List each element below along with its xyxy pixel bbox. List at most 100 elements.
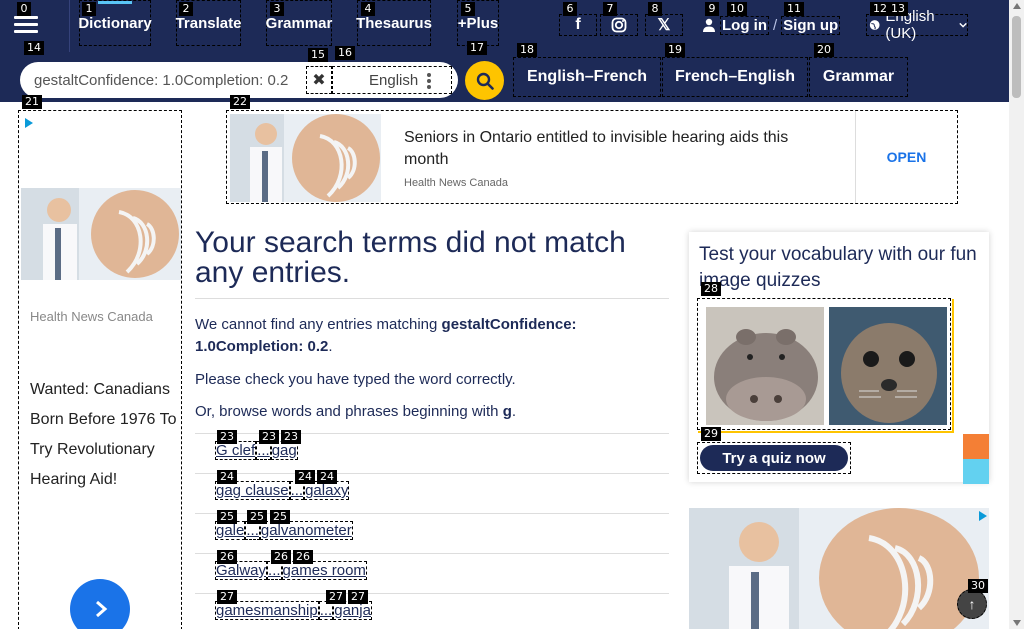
list-item: gag clause... galaxy [195, 473, 669, 513]
element-badge: 28 [701, 282, 721, 296]
list-item: gamesmanship... ganja [195, 593, 669, 629]
element-badge: 27 [326, 590, 346, 604]
grammar-link[interactable]: Grammar [809, 57, 908, 97]
sentence-period: . [328, 338, 333, 355]
ad-open-button[interactable]: OPEN [855, 111, 957, 203]
browse-message: Or, browse words and phrases beginning w… [195, 401, 669, 423]
search-button[interactable] [465, 61, 504, 100]
page-title: Your search terms did not match any entr… [195, 228, 669, 299]
element-badge: 26 [271, 550, 291, 564]
list-item: Galway... games room [195, 553, 669, 593]
divider [69, 0, 70, 52]
feedback-tab[interactable] [963, 434, 989, 459]
page-scrollbar[interactable] [1009, 0, 1024, 629]
element-badge: 7 [603, 2, 617, 16]
ad-image [689, 508, 989, 629]
element-badge: 6 [563, 2, 577, 16]
globe-icon [869, 20, 880, 30]
element-badge: 29 [701, 427, 721, 441]
scroll-down-icon[interactable] [1013, 620, 1021, 626]
check-spelling-message: Please check you have typed the word cor… [195, 371, 516, 388]
ad-source: Health News Canada [404, 177, 508, 189]
search-box: ✖ English [20, 62, 458, 98]
element-badge: 25 [247, 510, 267, 524]
search-results: Your search terms did not match any entr… [195, 228, 669, 629]
scrollbar-thumb[interactable] [1012, 16, 1021, 98]
element-badge: 11 [784, 2, 804, 16]
browse-letter: g [502, 403, 512, 420]
element-badge: 5 [461, 2, 475, 16]
element-badge: 27 [217, 590, 237, 604]
element-badge: 4 [361, 2, 375, 16]
clear-icon[interactable]: ✖ [306, 66, 332, 94]
chevron-right-icon [96, 600, 108, 618]
element-badge: 25 [217, 510, 237, 524]
seal-image [829, 307, 947, 425]
facebook-icon[interactable]: f [559, 14, 597, 36]
signup-link[interactable]: Sign up [781, 15, 841, 35]
hippo-image [706, 307, 824, 425]
try-quiz-button[interactable]: Try a quiz now [697, 442, 851, 474]
element-badge: 12 [870, 2, 890, 16]
dictionary-select-label: English [369, 71, 419, 89]
element-badge: 25 [270, 510, 290, 524]
element-badge: 2 [179, 2, 193, 16]
try-quiz-label: Try a quiz now [700, 445, 848, 471]
login-separator: / [773, 16, 778, 34]
element-badge: 17 [467, 41, 487, 55]
top-nav: Dictionary Translate Grammar Thesaurus +… [0, 0, 1009, 52]
element-badge: 22 [230, 95, 250, 109]
ad-source: Health News Canada [30, 309, 153, 324]
instagram-icon[interactable] [600, 14, 638, 36]
search-input[interactable] [34, 62, 314, 98]
search-icon [476, 72, 494, 90]
dictionary-select[interactable]: English [332, 66, 452, 94]
quiz-image-link[interactable] [697, 298, 954, 433]
language-selector[interactable]: English (UK) [866, 8, 968, 42]
x-icon[interactable]: 𝕏 [645, 14, 683, 36]
account-links: Log in / Sign up [702, 14, 841, 36]
no-match-message: We cannot find any entries matching gest… [195, 314, 669, 358]
feedback-tab[interactable] [963, 459, 989, 484]
ad-image [21, 188, 181, 280]
element-badge: 26 [217, 550, 237, 564]
french-english-link[interactable]: French–English [662, 57, 808, 97]
user-icon [703, 18, 715, 32]
ad-image [230, 114, 381, 202]
quiz-promo: Test your vocabulary with our fun image … [689, 232, 989, 482]
element-badge: 14 [24, 41, 44, 55]
arrow-up-icon: ↑ [968, 596, 976, 612]
chevron-down-icon [959, 22, 967, 28]
element-badge: 10 [727, 2, 747, 16]
element-badge: 24 [217, 470, 237, 484]
ad-headline: Wanted: Canadians Born Before 1976 To Tr… [30, 381, 177, 488]
element-badge: 26 [293, 550, 313, 564]
element-badge: 3 [270, 2, 284, 16]
element-badge: 18 [517, 43, 537, 57]
element-badge: 15 [308, 48, 328, 62]
element-badge: 16 [335, 46, 355, 60]
element-badge: 0 [17, 2, 31, 16]
back-to-top-button[interactable]: ↑ [957, 589, 987, 619]
banner-advertisement[interactable]: Seniors in Ontario entitled to invisible… [226, 110, 958, 204]
quiz-title: Test your vocabulary with our fun image … [699, 244, 977, 291]
element-badge: 23 [217, 430, 237, 444]
element-badge: 23 [259, 430, 279, 444]
scroll-up-icon[interactable] [1013, 3, 1021, 9]
element-badge: 27 [348, 590, 368, 604]
ad-choices-icon[interactable] [25, 118, 33, 128]
english-french-link[interactable]: English–French [513, 57, 661, 97]
element-badge: 9 [705, 2, 719, 16]
browse-list: G clef... gag gag clause... galaxy gale...… [195, 433, 669, 629]
ad-next-button[interactable] [70, 579, 130, 629]
login-link[interactable]: Log in [720, 15, 769, 35]
search-bar: ✖ English English–French French–English … [0, 52, 1009, 102]
element-badge: 19 [665, 43, 685, 57]
element-badge: 21 [22, 95, 42, 109]
element-badge: 24 [295, 470, 315, 484]
no-match-text: We cannot find any entries matching [195, 316, 438, 333]
element-badge: 23 [281, 430, 301, 444]
left-advertisement[interactable]: Health News Canada Wanted: Canadians Bor… [18, 110, 182, 629]
sidebar-advertisement[interactable] [689, 508, 989, 629]
ad-choices-icon[interactable] [979, 511, 987, 521]
